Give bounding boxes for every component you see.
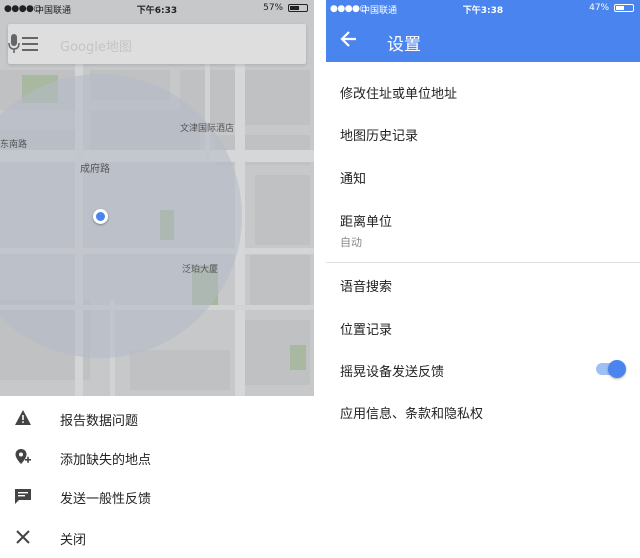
battery-group: 57% xyxy=(263,3,308,13)
menu-item-send-feedback[interactable]: 发送一般性反馈 xyxy=(0,476,314,516)
settings-item-shake-feedback[interactable]: 摇晃设备发送反馈 xyxy=(326,348,640,390)
left-screen: 文津国际酒店 成府路 东南路 泛珀大厦 ●●●●○ 中国联通 下午6:33 57… xyxy=(0,0,314,558)
settings-item-notifications[interactable]: 通知 xyxy=(326,155,640,199)
settings-item-label: 应用信息、条款和隐私权 xyxy=(340,407,484,422)
warning-icon xyxy=(15,410,31,425)
menu-item-report-data[interactable]: 报告数据问题 xyxy=(0,398,314,438)
status-bar: ●●●●○ 中国联通 下午6:33 57% xyxy=(0,0,314,18)
settings-app-bar: ●●●●○ 中国联通 下午3:38 47% 设置 xyxy=(326,0,640,62)
settings-item-label: 地图历史记录 xyxy=(340,129,419,144)
menu-item-label: 报告数据问题 xyxy=(60,414,139,429)
settings-item-distance-units[interactable]: 距离单位 自动 xyxy=(326,198,640,260)
menu-item-label: 关闭 xyxy=(60,533,87,548)
map-view[interactable]: 文津国际酒店 成府路 东南路 泛珀大厦 ●●●●○ 中国联通 下午6:33 57… xyxy=(0,0,314,396)
map-label-road-main: 成府路 xyxy=(80,164,110,175)
settings-item-label: 修改住址或单位地址 xyxy=(340,87,458,102)
settings-item-map-history[interactable]: 地图历史记录 xyxy=(326,112,640,156)
map-label-hotel: 文津国际酒店 xyxy=(180,124,235,134)
search-input[interactable]: Google地图 xyxy=(60,36,132,55)
back-arrow-icon[interactable] xyxy=(340,30,358,48)
settings-item-app-info[interactable]: 应用信息、条款和隐私权 xyxy=(326,390,640,432)
settings-item-location-history[interactable]: 位置记录 xyxy=(326,306,640,348)
map-label-road-left: 东南路 xyxy=(0,140,28,150)
settings-item-sublabel: 自动 xyxy=(340,236,362,249)
menu-item-label: 添加缺失的地点 xyxy=(60,453,152,468)
battery-icon xyxy=(288,3,308,12)
microphone-icon[interactable] xyxy=(8,34,20,54)
battery-group: 47% xyxy=(589,3,634,13)
add-place-icon xyxy=(15,449,31,464)
search-bar[interactable]: Google地图 xyxy=(8,24,306,64)
battery-percent: 47% xyxy=(589,3,610,13)
battery-percent: 57% xyxy=(263,3,284,13)
settings-item-label: 距离单位 xyxy=(340,215,393,230)
settings-item-label: 语音搜索 xyxy=(340,280,393,295)
menu-item-add-place[interactable]: 添加缺失的地点 xyxy=(0,437,314,477)
current-location-icon[interactable] xyxy=(93,209,108,224)
toggle-knob xyxy=(608,360,626,378)
map-label-building: 泛珀大厦 xyxy=(182,265,219,275)
shake-feedback-toggle[interactable] xyxy=(596,359,626,379)
feedback-icon xyxy=(15,489,31,504)
right-screen: ●●●●○ 中国联通 下午3:38 47% 设置 修改住址或单位地址 地图历史记… xyxy=(326,0,640,558)
battery-icon xyxy=(614,3,634,12)
hamburger-menu-icon[interactable] xyxy=(22,37,38,51)
status-bar: ●●●●○ 中国联通 下午3:38 47% xyxy=(326,0,640,18)
close-icon xyxy=(16,530,30,544)
bottom-action-menu: 报告数据问题 添加缺失的地点 发送一般性反馈 关闭 xyxy=(0,396,314,558)
menu-item-close[interactable]: 关闭 xyxy=(0,517,314,557)
settings-item-label: 位置记录 xyxy=(340,323,393,338)
page-title: 设置 xyxy=(387,35,421,55)
menu-item-label: 发送一般性反馈 xyxy=(60,492,152,507)
settings-item-label: 摇晃设备发送反馈 xyxy=(340,365,445,380)
settings-item-voice-search[interactable]: 语音搜索 xyxy=(326,263,640,305)
settings-item-label: 通知 xyxy=(340,172,367,187)
